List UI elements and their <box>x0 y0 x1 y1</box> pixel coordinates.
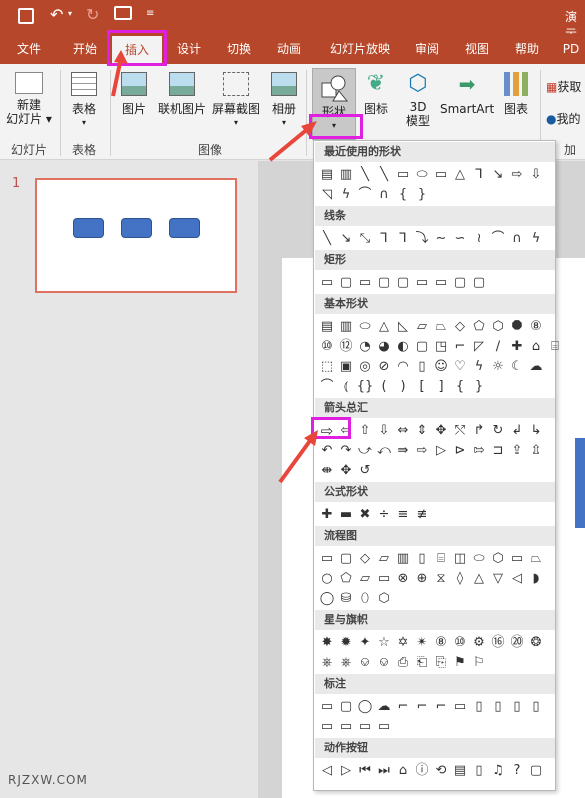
watermark: RJZXW.COM <box>8 773 88 787</box>
annotation-arrow-icon <box>111 50 318 484</box>
